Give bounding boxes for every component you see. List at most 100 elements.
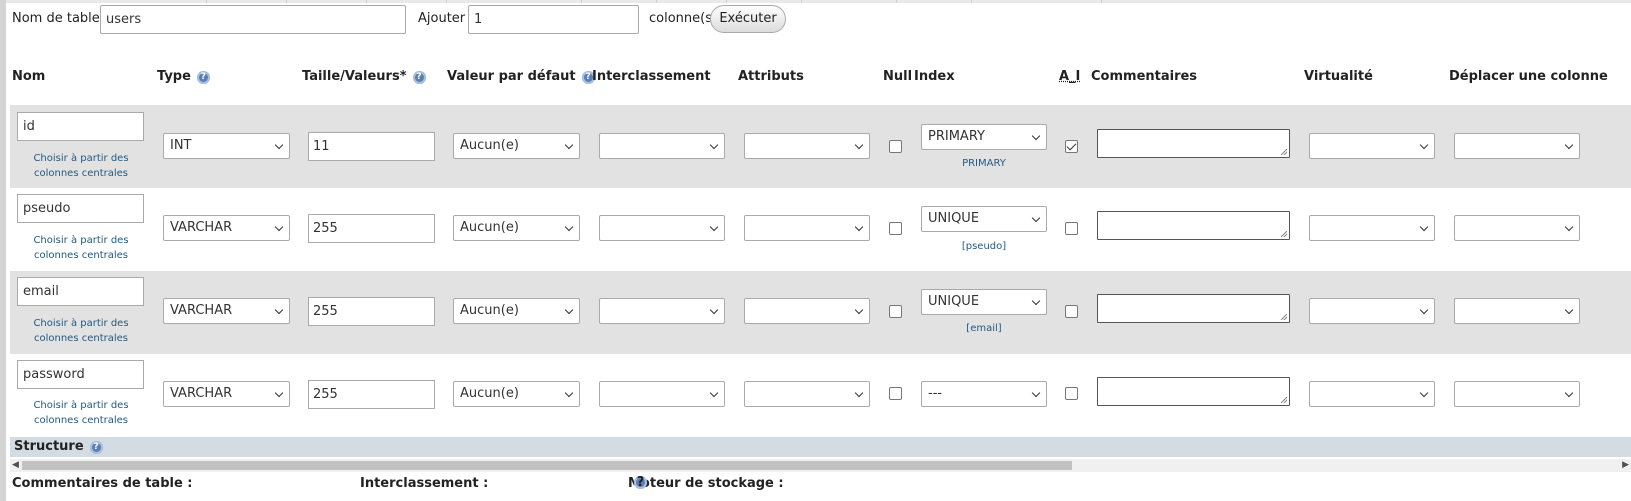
length-input[interactable]: 255 (308, 214, 435, 243)
ai-checkbox[interactable] (1065, 387, 1078, 400)
comment-textarea[interactable] (1097, 129, 1290, 158)
table-comments-label: Commentaires de table : (12, 476, 193, 491)
ai-checkbox[interactable] (1065, 305, 1078, 318)
central-columns-link[interactable]: Choisir à partir des colonnes centrales (14, 151, 148, 181)
collation-select[interactable] (599, 215, 725, 241)
table-name-input[interactable]: users (100, 5, 406, 34)
length-input[interactable]: 11 (308, 132, 435, 161)
index-value: UNIQUE (928, 294, 980, 309)
attributes-select[interactable] (744, 133, 870, 159)
table-name-label: Nom de table: (12, 11, 105, 26)
column-name-input[interactable]: password (17, 360, 144, 389)
ai-checkbox[interactable] (1065, 140, 1078, 153)
type-select[interactable]: VARCHAR (163, 298, 290, 324)
null-checkbox[interactable] (889, 387, 902, 400)
null-checkbox[interactable] (889, 140, 902, 153)
index-select[interactable]: UNIQUE (921, 206, 1047, 232)
move-column-select[interactable] (1454, 381, 1580, 407)
index-note[interactable]: [pseudo] (921, 241, 1047, 252)
default-select[interactable]: Aucun(e) (453, 298, 580, 324)
index-note[interactable]: PRIMARY (921, 158, 1047, 169)
execute-button[interactable]: Exécuter (710, 5, 786, 33)
chevron-down-icon (709, 140, 719, 150)
header-interclassement: Interclassement (592, 69, 711, 84)
structure-section-header: Structure? (10, 437, 1631, 457)
collation-select[interactable] (599, 133, 725, 159)
chevron-down-icon (1419, 388, 1429, 398)
chevron-down-icon (1564, 140, 1574, 150)
column-row: password Choisir à partir des colonnes c… (10, 354, 1631, 437)
virtuality-select[interactable] (1309, 215, 1435, 241)
type-select[interactable]: INT (163, 133, 290, 159)
column-name-input[interactable]: id (17, 112, 144, 141)
help-icon[interactable]: ? (196, 71, 210, 84)
scrollbar-thumb[interactable] (22, 461, 1072, 470)
help-icon[interactable]: ? (412, 71, 426, 84)
chevron-down-icon (274, 222, 284, 232)
comment-textarea[interactable] (1097, 211, 1290, 240)
header-virtualite: Virtualité (1304, 69, 1373, 84)
length-input[interactable]: 255 (308, 297, 435, 326)
attributes-select[interactable] (744, 298, 870, 324)
default-select[interactable]: Aucun(e) (453, 215, 580, 241)
collation-select[interactable] (599, 381, 725, 407)
table-options-row: Commentaires de table : Interclassement … (0, 476, 1631, 501)
chevron-down-icon (709, 388, 719, 398)
default-select[interactable]: Aucun(e) (453, 133, 580, 159)
type-select[interactable]: VARCHAR (163, 381, 290, 407)
virtuality-select[interactable] (1309, 133, 1435, 159)
comment-textarea[interactable] (1097, 377, 1290, 406)
columns-unit-label: colonne(s) (649, 11, 718, 26)
move-column-select[interactable] (1454, 215, 1580, 241)
null-checkbox[interactable] (889, 222, 902, 235)
length-input[interactable]: 255 (308, 380, 435, 409)
index-note[interactable]: [email] (921, 323, 1047, 334)
null-checkbox[interactable] (889, 305, 902, 318)
chevron-down-icon (1564, 222, 1574, 232)
type-value: VARCHAR (170, 220, 233, 235)
attributes-select[interactable] (744, 215, 870, 241)
move-column-select[interactable] (1454, 298, 1580, 324)
comment-textarea[interactable] (1097, 294, 1290, 323)
central-columns-link[interactable]: Choisir à partir des colonnes centrales (14, 316, 148, 346)
horizontal-scrollbar[interactable]: ◀ ▶ (10, 459, 1631, 472)
chevron-down-icon (564, 388, 574, 398)
help-icon[interactable]: ? (634, 476, 647, 489)
column-name-input[interactable]: pseudo (17, 194, 144, 223)
chevron-down-icon (564, 140, 574, 150)
virtuality-select[interactable] (1309, 298, 1435, 324)
default-value: Aucun(e) (460, 220, 519, 235)
chevron-down-icon (854, 388, 864, 398)
attributes-select[interactable] (744, 381, 870, 407)
index-select[interactable]: PRIMARY (921, 124, 1047, 150)
chevron-down-icon (274, 305, 284, 315)
default-value: Aucun(e) (460, 386, 519, 401)
chevron-down-icon (564, 305, 574, 315)
index-select[interactable]: --- (921, 381, 1047, 407)
ai-checkbox[interactable] (1065, 222, 1078, 235)
table-collation-label: Interclassement : (360, 476, 489, 491)
chevron-down-icon (854, 140, 864, 150)
scroll-right-icon[interactable]: ▶ (1622, 460, 1629, 471)
help-icon[interactable]: ? (89, 441, 103, 454)
index-select[interactable]: UNIQUE (921, 289, 1047, 315)
header-ai: A_I (1059, 69, 1081, 84)
chevron-down-icon (1031, 388, 1041, 398)
central-columns-link[interactable]: Choisir à partir des colonnes centrales (14, 233, 148, 263)
header-nom: Nom (12, 69, 46, 84)
collation-select[interactable] (599, 298, 725, 324)
column-name-input[interactable]: email (17, 277, 144, 306)
chevron-down-icon (854, 305, 864, 315)
chevron-down-icon (1419, 140, 1429, 150)
left-border (0, 0, 6, 501)
virtuality-select[interactable] (1309, 381, 1435, 407)
move-column-select[interactable] (1454, 133, 1580, 159)
table-create-bar: Nom de table: users Ajouter 1 colonne(s)… (0, 0, 1631, 40)
type-select[interactable]: VARCHAR (163, 215, 290, 241)
default-select[interactable]: Aucun(e) (453, 381, 580, 407)
scroll-left-icon[interactable]: ◀ (12, 460, 19, 471)
chevron-down-icon (564, 222, 574, 232)
central-columns-link[interactable]: Choisir à partir des colonnes centrales (14, 398, 148, 428)
add-columns-count-input[interactable]: 1 (468, 5, 639, 34)
type-value: VARCHAR (170, 303, 233, 318)
